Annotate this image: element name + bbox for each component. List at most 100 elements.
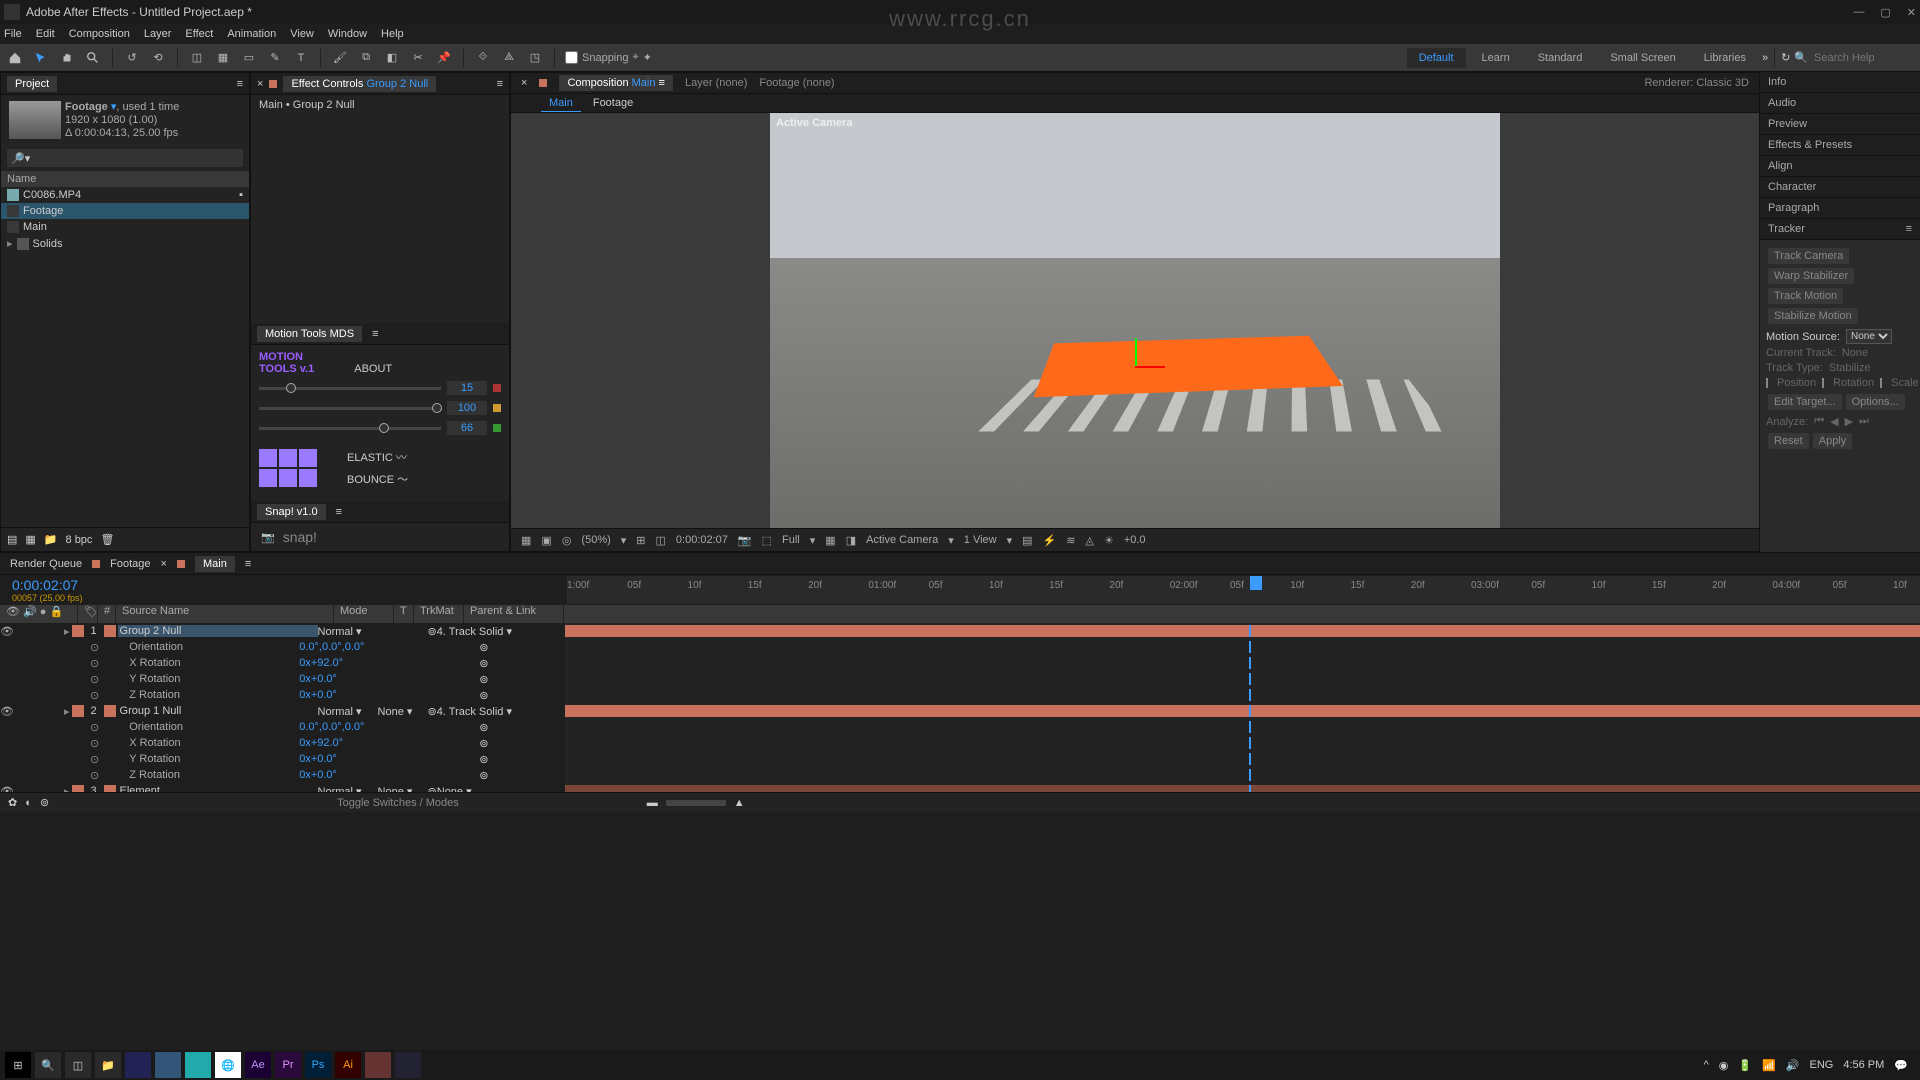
workspace-small-screen[interactable]: Small Screen: [1598, 48, 1687, 68]
selection-tool-icon[interactable]: [32, 49, 50, 67]
pickwhip-icon[interactable]: ⊚: [479, 721, 488, 734]
subtab-footage[interactable]: Footage: [593, 97, 633, 109]
visibility-icon[interactable]: 👁: [0, 785, 14, 793]
eraser-tool-icon[interactable]: ◧: [383, 49, 401, 67]
ai-icon[interactable]: Ai: [335, 1052, 361, 1078]
axis-local-icon[interactable]: ⟐: [474, 49, 492, 67]
app-icon[interactable]: [365, 1052, 391, 1078]
snap-panel-tab[interactable]: Snap! v1.0: [257, 504, 326, 520]
project-search[interactable]: 🔎▾: [7, 149, 243, 167]
property-value[interactable]: 0x+92.0°: [299, 737, 379, 749]
label-swatch[interactable]: [72, 705, 84, 717]
mask-icon[interactable]: ◫: [656, 534, 666, 547]
elastic-label[interactable]: ELASTIC: [347, 452, 393, 464]
menu-help[interactable]: Help: [381, 28, 404, 40]
chrome-icon[interactable]: 🌐: [215, 1052, 241, 1078]
resolution[interactable]: Full: [782, 534, 800, 546]
minimize-icon[interactable]: —: [1853, 6, 1864, 19]
col-num[interactable]: #: [98, 605, 116, 623]
panel-close-icon[interactable]: ×: [257, 78, 263, 90]
menu-animation[interactable]: Animation: [227, 28, 276, 40]
camera-tool-icon[interactable]: ◫: [188, 49, 206, 67]
brush-tool-icon[interactable]: 🖌: [331, 49, 349, 67]
visibility-icon[interactable]: 👁: [0, 705, 14, 718]
bounce-label[interactable]: BOUNCE: [347, 474, 394, 486]
mode-dropdown[interactable]: Normal ▾: [318, 625, 378, 638]
panel-menu-icon[interactable]: ≡: [497, 78, 503, 90]
explorer-icon[interactable]: 📁: [95, 1052, 121, 1078]
adobe-cc-icon[interactable]: ◉: [1719, 1059, 1729, 1072]
col-trkmat[interactable]: TrkMat: [414, 605, 464, 623]
close-icon[interactable]: ✕: [1907, 6, 1916, 19]
motion-blur-icon[interactable]: ⊚: [40, 796, 49, 809]
layer-name[interactable]: Group 1 Null: [118, 705, 318, 717]
subtab-main[interactable]: Main: [541, 95, 581, 112]
clock[interactable]: 4:56 PM: [1843, 1059, 1884, 1071]
maximize-icon[interactable]: ▢: [1880, 6, 1890, 19]
camera-name[interactable]: Active Camera: [866, 534, 938, 546]
paragraph-panel[interactable]: Paragraph: [1760, 198, 1920, 219]
zoom-in-icon[interactable]: ▲: [734, 797, 745, 809]
notifications-icon[interactable]: 💬: [1894, 1059, 1908, 1072]
stopwatch-icon[interactable]: ⊙: [90, 657, 99, 670]
composition-tab[interactable]: Composition: [567, 77, 628, 89]
preview-panel[interactable]: Preview: [1760, 114, 1920, 135]
project-item[interactable]: ▸Solids: [1, 235, 249, 252]
mode-dropdown[interactable]: Normal ▾: [318, 785, 378, 793]
col-mode[interactable]: Mode: [334, 605, 394, 623]
app-icon[interactable]: [155, 1052, 181, 1078]
menu-layer[interactable]: Layer: [144, 28, 172, 40]
search-icon[interactable]: 🔍: [35, 1052, 61, 1078]
motion-tools-tab[interactable]: Motion Tools MDS: [257, 326, 362, 342]
workspace-overflow-icon[interactable]: »: [1762, 52, 1768, 64]
parent-dropdown[interactable]: 4. Track Solid ▾: [437, 625, 527, 638]
tracker-panel-title[interactable]: Tracker: [1768, 223, 1805, 235]
timeline-property-row[interactable]: ⊙ Y Rotation 0x+0.0° ⊚: [0, 751, 1920, 767]
hand-tool-icon[interactable]: [58, 49, 76, 67]
ps-icon[interactable]: Ps: [305, 1052, 331, 1078]
trkmat-dropdown[interactable]: None ▾: [378, 785, 428, 793]
character-panel[interactable]: Character: [1760, 177, 1920, 198]
label-swatch[interactable]: [72, 625, 84, 637]
parent-dropdown[interactable]: None ▾: [437, 785, 527, 793]
panel-menu-icon[interactable]: ≡: [237, 78, 243, 90]
rect-tool-icon[interactable]: ▭: [240, 49, 258, 67]
pr-icon[interactable]: Pr: [275, 1052, 301, 1078]
timeline-zoom-slider[interactable]: [666, 800, 726, 806]
track-motion-button[interactable]: Track Motion: [1768, 288, 1843, 304]
start-icon[interactable]: ⊞: [5, 1052, 31, 1078]
menu-window[interactable]: Window: [328, 28, 367, 40]
frame-blend-icon[interactable]: ◐: [25, 797, 32, 809]
timeline-property-row[interactable]: ⊙ Orientation 0.0°,0.0°,0.0° ⊚: [0, 639, 1920, 655]
pickwhip-icon[interactable]: ⊚: [428, 625, 437, 638]
renderer-value[interactable]: Classic 3D: [1696, 77, 1749, 89]
align-panel[interactable]: Align: [1760, 156, 1920, 177]
info-panel[interactable]: Info: [1760, 72, 1920, 93]
timeline-layer-row[interactable]: 👁 ▸ 2 Group 1 Null Normal ▾ None ▾ ⊚ 4. …: [0, 703, 1920, 719]
bpc-label[interactable]: 8 bpc: [66, 534, 93, 546]
reticle-icon[interactable]: ◎: [562, 534, 572, 547]
home-icon[interactable]: [6, 49, 24, 67]
menu-view[interactable]: View: [290, 28, 314, 40]
pickwhip-icon[interactable]: ⊚: [428, 785, 437, 793]
property-value[interactable]: 0x+0.0°: [299, 769, 379, 781]
fast-preview-icon[interactable]: ⚡: [1043, 534, 1057, 547]
timeline-tab-footage[interactable]: Footage: [110, 558, 150, 570]
pickwhip-icon[interactable]: ⊚: [479, 737, 488, 750]
zoom-out-icon[interactable]: ▬: [647, 797, 658, 809]
roi-icon[interactable]: ⬚: [762, 534, 772, 547]
telegram-icon[interactable]: [185, 1052, 211, 1078]
layer-name[interactable]: Element: [118, 785, 318, 792]
timeline-tab-render-queue[interactable]: Render Queue: [10, 558, 82, 570]
view-layout[interactable]: 1 View: [964, 534, 997, 546]
workspace-libraries[interactable]: Libraries: [1692, 48, 1758, 68]
snap-button[interactable]: snap!: [283, 529, 317, 545]
stopwatch-icon[interactable]: ⊙: [90, 737, 99, 750]
layer-name[interactable]: Group 2 Null: [118, 625, 318, 637]
panel-menu-icon[interactable]: ≡: [372, 328, 378, 340]
effect-controls-tab[interactable]: Effect Controls: [291, 78, 363, 90]
snapping-checkbox[interactable]: [565, 51, 578, 64]
orbit-tool-icon[interactable]: ↺: [123, 49, 141, 67]
property-value[interactable]: 0x+92.0°: [299, 657, 379, 669]
timeline-property-row[interactable]: ⊙ X Rotation 0x+92.0° ⊚: [0, 735, 1920, 751]
